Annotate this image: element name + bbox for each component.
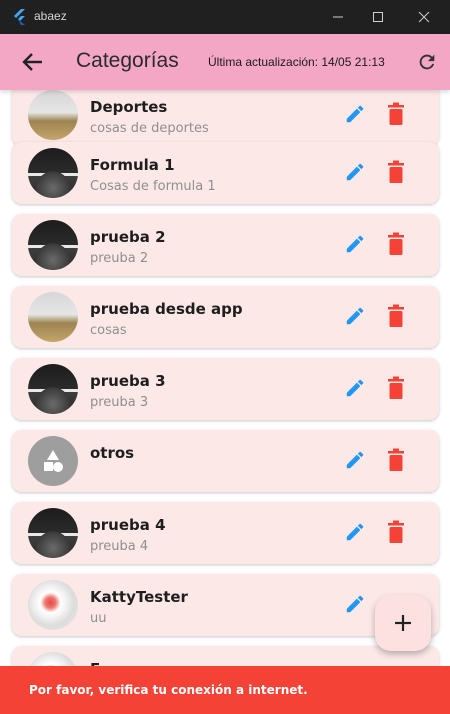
category-name: prueba desde app: [90, 300, 243, 318]
category-name: prueba 4: [90, 516, 166, 534]
window-title: abaez: [34, 9, 67, 23]
category-description: Cosas de formula 1: [90, 179, 216, 194]
category-card[interactable]: F: [12, 646, 439, 666]
category-name: KattyTester: [90, 588, 188, 606]
close-button[interactable]: [402, 0, 446, 34]
window-titlebar: abaez: [0, 0, 450, 34]
category-card[interactable]: otros: [12, 430, 439, 492]
delete-icon[interactable]: [386, 102, 406, 126]
edit-icon[interactable]: [344, 377, 366, 399]
category-card[interactable]: prueba 4 preuba 4: [12, 502, 439, 564]
edit-icon[interactable]: [344, 449, 366, 471]
category-name: Deportes: [90, 98, 168, 116]
edit-icon[interactable]: [344, 161, 366, 183]
category-name: prueba 3: [90, 372, 166, 390]
app-bar: Categorías Última actualización: 14/05 2…: [0, 34, 450, 90]
last-updated-text: Última actualización: 14/05 21:13: [208, 55, 385, 69]
category-description: cosas de deportes: [90, 121, 209, 136]
delete-icon[interactable]: [386, 376, 406, 400]
category-list[interactable]: Deportes cosas de deportes Formula 1 Cos…: [0, 90, 450, 666]
dark-photo: [28, 508, 78, 558]
food-photo: [28, 652, 78, 666]
minimize-button[interactable]: [316, 0, 360, 34]
field-photo: [28, 90, 78, 140]
delete-icon[interactable]: [386, 448, 406, 472]
category-name: Formula 1: [90, 156, 175, 174]
edit-icon[interactable]: [344, 305, 366, 327]
category-description: uu: [90, 611, 107, 626]
arrow-back-icon[interactable]: [20, 50, 46, 74]
dark-photo: [28, 364, 78, 414]
category-card[interactable]: prueba desde app cosas: [12, 286, 439, 348]
category-card[interactable]: prueba 3 preuba 3: [12, 358, 439, 420]
refresh-icon[interactable]: [416, 51, 438, 73]
close-icon: [418, 11, 430, 23]
category-card[interactable]: prueba 2 preuba 2: [12, 214, 439, 276]
delete-icon[interactable]: [386, 160, 406, 184]
category-description: preuba 2: [90, 251, 149, 266]
maximize-icon: [373, 12, 383, 22]
dark-photo: [28, 148, 78, 198]
delete-icon[interactable]: [386, 232, 406, 256]
dark-photo: [28, 220, 78, 270]
page-title: Categorías: [76, 49, 179, 72]
edit-icon[interactable]: [344, 521, 366, 543]
field-photo: [28, 292, 78, 342]
delete-icon[interactable]: [386, 520, 406, 544]
shapes-icon: [44, 450, 63, 472]
connection-error-snackbar: Por favor, verifica tu conexión a intern…: [0, 666, 450, 714]
snackbar-message: Por favor, verifica tu conexión a intern…: [29, 683, 308, 697]
maximize-button[interactable]: [356, 0, 400, 34]
delete-icon[interactable]: [386, 304, 406, 328]
minimize-icon: [333, 16, 343, 18]
category-card[interactable]: Deportes cosas de deportes: [12, 90, 439, 146]
category-name: prueba 2: [90, 228, 166, 246]
edit-icon[interactable]: [344, 593, 366, 615]
category-description: preuba 3: [90, 395, 149, 410]
category-name: otros: [90, 444, 135, 462]
category-card[interactable]: Formula 1 Cosas de formula 1: [12, 142, 439, 204]
category-description: cosas: [90, 323, 127, 338]
edit-icon[interactable]: [344, 233, 366, 255]
food-photo: [28, 580, 78, 630]
flutter-logo-icon: [14, 9, 25, 25]
category-description: preuba 4: [90, 539, 149, 554]
edit-icon[interactable]: [344, 103, 366, 125]
add-category-button[interactable]: [375, 595, 431, 651]
add-icon: [395, 615, 411, 631]
shapes-avatar: [28, 436, 78, 486]
